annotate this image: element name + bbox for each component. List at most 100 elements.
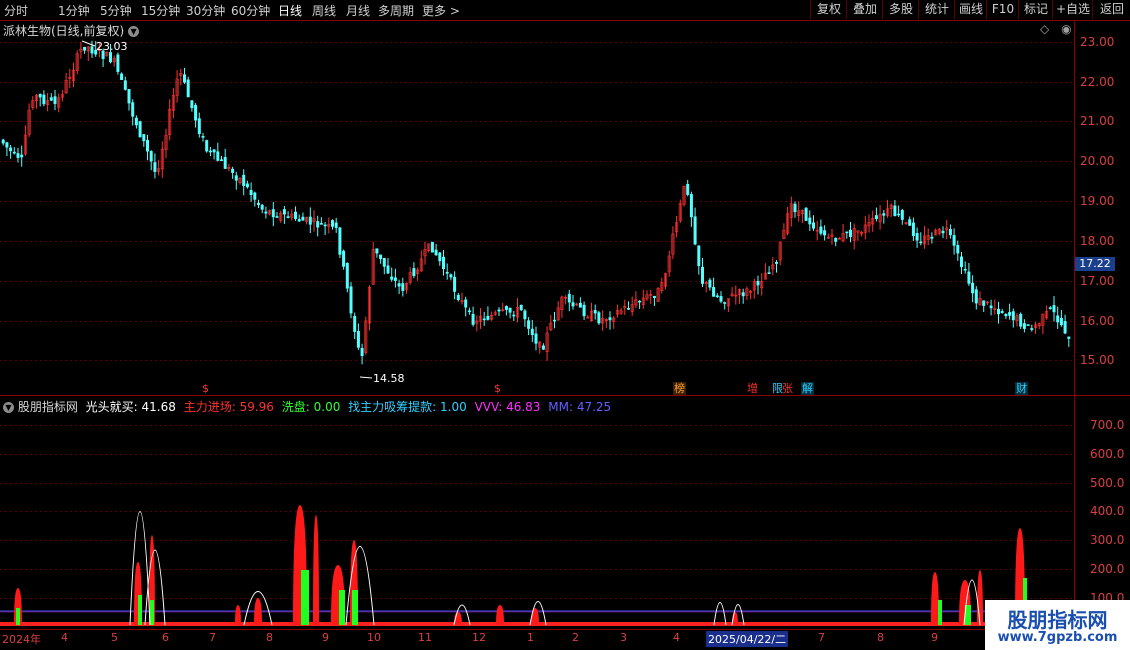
- candle-body: [963, 268, 967, 271]
- candle-body: [445, 271, 449, 274]
- diamond-icon[interactable]: ◇: [1040, 22, 1049, 36]
- candle-body: [109, 52, 113, 63]
- candle-body: [989, 305, 993, 309]
- indicator-tick: 400.0: [1090, 504, 1125, 518]
- date-label: 1: [527, 631, 534, 644]
- indicator-value: 洗盘: 0.00: [281, 400, 341, 414]
- candle-body: [1067, 336, 1071, 339]
- candle-body: [504, 306, 508, 310]
- candle-body: [49, 97, 53, 101]
- bald-buy-line: [713, 602, 727, 626]
- candle-body: [893, 205, 897, 217]
- candle-body: [967, 271, 971, 284]
- candle-body: [519, 304, 523, 311]
- settings-icon[interactable]: ◉: [1061, 22, 1071, 36]
- indicator-tick: 600.0: [1090, 447, 1125, 461]
- candle-body: [1, 139, 5, 144]
- candle-body: [952, 235, 956, 246]
- candle-body: [212, 149, 216, 153]
- event-badge-rise[interactable]: 张: [781, 382, 794, 395]
- candle-body: [127, 88, 131, 104]
- event-badge-unlock[interactable]: 解: [801, 382, 814, 395]
- candle-body: [16, 153, 20, 158]
- candle-body: [523, 310, 527, 320]
- candle-body: [900, 210, 904, 220]
- candle-body: [959, 256, 963, 268]
- candle-body: [819, 226, 823, 234]
- date-label: 3: [620, 631, 627, 644]
- indicator-series: [0, 505, 1074, 626]
- price-tick: 23.00: [1080, 35, 1115, 49]
- max-price-label: 23.03: [96, 40, 128, 53]
- candle-body: [138, 121, 142, 138]
- candle-body: [234, 175, 238, 181]
- date-label: 7: [818, 631, 825, 644]
- bald-buy-line: [144, 549, 166, 626]
- date-label: 8: [266, 631, 273, 644]
- candle-body: [715, 295, 719, 298]
- date-axis: 2024年 4 5 6 7 8 9 10 11 12 1 2 3 4 2025/…: [0, 631, 1075, 647]
- candle-body: [534, 333, 538, 344]
- candle-body: [231, 168, 235, 173]
- chart-canvas[interactable]: 23.03 14.58: [0, 0, 1130, 650]
- candle-body: [220, 159, 224, 162]
- candle-body: [471, 313, 475, 325]
- date-label: 8: [877, 631, 884, 644]
- event-badge-list[interactable]: 榜: [673, 382, 686, 395]
- event-badge-increase[interactable]: 增: [746, 382, 759, 395]
- panel-controls: ◇ ◉: [1040, 22, 1072, 36]
- candle-body: [197, 118, 201, 134]
- watermark-logo: 股朋指标网 www.7gpzb.com: [985, 600, 1130, 650]
- min-price-label: 14.58: [373, 372, 405, 385]
- candle-body: [116, 54, 120, 72]
- candle-body: [578, 302, 582, 308]
- candle-body: [430, 241, 434, 253]
- price-tick: 17.00: [1080, 274, 1115, 288]
- candle-body: [338, 227, 342, 255]
- candle-body: [486, 315, 490, 320]
- candle-body: [597, 312, 601, 324]
- candle-body: [756, 280, 760, 286]
- candle-body: [971, 282, 975, 294]
- candle-body: [1011, 311, 1015, 321]
- wash-bar: [138, 595, 142, 625]
- date-label: 12: [472, 631, 486, 644]
- event-badge-finance[interactable]: 财: [1015, 382, 1028, 395]
- candle-body: [353, 315, 357, 332]
- candle-body: [12, 151, 16, 154]
- candle-body: [956, 244, 960, 254]
- candle-body: [530, 328, 534, 336]
- candle-body: [741, 292, 745, 297]
- candle-body: [275, 216, 279, 218]
- event-badge-dividend[interactable]: $: [201, 382, 210, 395]
- candle-body: [719, 296, 723, 302]
- chevron-down-icon[interactable]: ▼: [128, 26, 140, 37]
- candle-body: [948, 228, 952, 236]
- main-force-spike: [931, 572, 939, 625]
- event-badge-dividend[interactable]: $: [493, 382, 502, 395]
- candle-body: [256, 202, 260, 205]
- wash-bar: [150, 600, 154, 625]
- candle-body: [897, 213, 901, 216]
- candle-body: [194, 104, 198, 121]
- main-force-spike: [254, 598, 262, 625]
- candle-body: [453, 276, 457, 292]
- candle-body: [190, 100, 194, 109]
- candle-body: [330, 220, 334, 227]
- candle-body: [42, 94, 46, 105]
- watermark-title: 股朋指标网: [1007, 608, 1108, 632]
- date-label: 10: [367, 631, 381, 644]
- candle-body: [608, 317, 612, 321]
- date-label: 7: [209, 631, 216, 644]
- candle-body: [183, 74, 187, 83]
- candlestick-series: [1, 40, 1071, 365]
- candle-body: [134, 117, 138, 126]
- candle-body: [123, 80, 127, 90]
- candle-body: [90, 46, 94, 54]
- candle-body: [5, 142, 9, 148]
- candle-body: [149, 151, 153, 162]
- chevron-down-icon[interactable]: ▼: [3, 402, 14, 413]
- candle-body: [393, 277, 397, 281]
- candle-body: [390, 276, 394, 280]
- date-label: 4: [61, 631, 68, 644]
